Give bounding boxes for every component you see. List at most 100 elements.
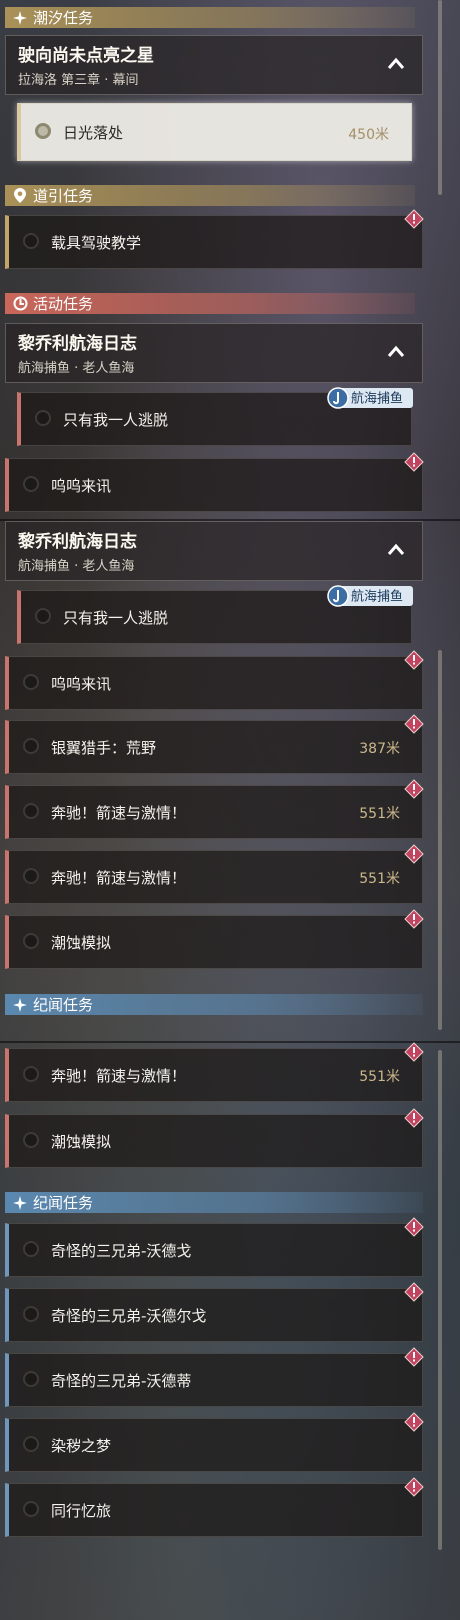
group-title: 黎乔利航海日志 xyxy=(18,334,137,354)
group-subtitle: 航海捕鱼 · 老人鱼海 xyxy=(18,361,135,376)
quest-group-event[interactable]: 黎乔利航海日志 航海捕鱼 · 老人鱼海 xyxy=(5,521,423,581)
quest-label: 呜呜来讯 xyxy=(51,477,112,495)
quest-row[interactable]: 只有我一人逃脱 航海捕鱼 xyxy=(17,387,413,446)
quest-distance: 450米 xyxy=(348,127,389,143)
quest-row[interactable]: 同行忆旅 xyxy=(5,1477,424,1537)
quest-label: 奔驰！箭速与激情！ xyxy=(51,1067,187,1085)
quest-label: 奇怪的三兄弟-沃德尔戈 xyxy=(51,1307,207,1325)
chevron-up-icon[interactable] xyxy=(386,540,406,560)
quest-label: 奇怪的三兄弟-沃德戈 xyxy=(51,1242,192,1260)
quest-distance: 551米 xyxy=(359,1069,400,1085)
quest-row[interactable]: 奔驰！箭速与激情！ 551米 xyxy=(5,779,424,839)
quest-status-icon xyxy=(23,803,39,819)
fishing-tag: 航海捕鱼 xyxy=(327,585,413,607)
quest-row[interactable]: 奇怪的三兄弟-沃德尔戈 xyxy=(5,1282,424,1342)
quest-row[interactable]: 奔驰！箭速与激情！ 551米 xyxy=(5,844,424,904)
section-header-event: 活动任务 xyxy=(5,293,415,314)
exclamation-diamond-icon xyxy=(404,650,424,670)
exclamation-diamond-icon xyxy=(404,452,424,472)
quest-label: 潮蚀模拟 xyxy=(51,934,112,952)
exclamation-diamond-icon xyxy=(404,1217,424,1237)
quest-status-icon xyxy=(23,1371,39,1387)
quest-status-icon xyxy=(23,476,39,492)
quest-group-event[interactable]: 黎乔利航海日志 航海捕鱼 · 老人鱼海 xyxy=(5,323,423,383)
sparkle-icon xyxy=(11,10,29,25)
quest-status-icon xyxy=(23,1066,39,1082)
quest-label: 呜呜来讯 xyxy=(51,675,112,693)
group-title: 黎乔利航海日志 xyxy=(18,532,137,552)
quest-label: 只有我一人逃脱 xyxy=(63,411,169,429)
section-title: 活动任务 xyxy=(33,295,94,313)
exclamation-diamond-icon xyxy=(404,1108,424,1128)
group-title: 驶向尚未点亮之星 xyxy=(18,46,154,66)
quest-row[interactable]: 呜呜来讯 xyxy=(5,452,424,512)
section-header-chronicle: 纪闻任务 xyxy=(5,994,423,1015)
section-title: 纪闻任务 xyxy=(33,996,94,1014)
sparkle-icon xyxy=(11,997,29,1012)
quest-status-icon xyxy=(35,608,51,624)
exclamation-diamond-icon xyxy=(404,909,424,929)
quest-status-icon xyxy=(35,410,51,426)
exclamation-diamond-icon xyxy=(404,779,424,799)
exclamation-diamond-icon xyxy=(404,1042,424,1062)
quest-status-icon xyxy=(23,1436,39,1452)
quest-row[interactable]: 奔驰！箭速与激情！ 551米 xyxy=(5,1042,424,1102)
quest-group-tide[interactable]: 驶向尚未点亮之星 拉海洛 第三章 · 幕间 xyxy=(5,35,423,95)
section-header-guide: 道引任务 xyxy=(5,185,415,206)
section-title: 道引任务 xyxy=(33,187,94,205)
quest-status-icon xyxy=(23,1132,39,1148)
quest-label: 奇怪的三兄弟-沃德蒂 xyxy=(51,1372,192,1390)
exclamation-diamond-icon xyxy=(404,1412,424,1432)
exclamation-diamond-icon xyxy=(404,844,424,864)
quest-row[interactable]: 奇怪的三兄弟-沃德蒂 xyxy=(5,1347,424,1407)
quest-distance: 551米 xyxy=(359,871,400,887)
quest-label: 染秽之梦 xyxy=(51,1437,112,1455)
section-header-tide: 潮汐任务 xyxy=(5,7,415,28)
location-pin-icon xyxy=(11,188,29,203)
quest-label: 同行忆旅 xyxy=(51,1502,112,1520)
quest-row[interactable]: 载具驾驶教学 xyxy=(5,209,424,269)
quest-row[interactable]: 潮蚀模拟 xyxy=(5,1108,424,1168)
quest-status-icon xyxy=(23,233,39,249)
divider xyxy=(0,1041,460,1043)
quest-row[interactable]: 呜呜来讯 xyxy=(5,650,424,710)
quest-row[interactable]: 奇怪的三兄弟-沃德戈 xyxy=(5,1217,424,1277)
quest-row[interactable]: 银翼猎手：荒野 387米 xyxy=(5,714,424,774)
quest-row-active[interactable]: 日光落处 450米 xyxy=(17,103,412,161)
quest-distance: 387米 xyxy=(359,741,400,757)
quest-label: 载具驾驶教学 xyxy=(51,234,142,252)
sparkle-icon xyxy=(11,1195,29,1210)
group-subtitle: 拉海洛 第三章 · 幕间 xyxy=(18,73,139,88)
exclamation-diamond-icon xyxy=(404,714,424,734)
quest-status-icon xyxy=(23,868,39,884)
quest-label: 潮蚀模拟 xyxy=(51,1133,112,1151)
quest-label: 奔驰！箭速与激情！ xyxy=(51,804,187,822)
scrollbar[interactable] xyxy=(438,0,442,195)
quest-label: 日光落处 xyxy=(63,124,124,142)
chevron-up-icon[interactable] xyxy=(386,342,406,362)
quest-status-icon xyxy=(35,123,51,139)
section-header-chronicle: 纪闻任务 xyxy=(5,1192,423,1213)
group-subtitle: 航海捕鱼 · 老人鱼海 xyxy=(18,559,135,574)
exclamation-diamond-icon xyxy=(404,209,424,229)
quest-row[interactable]: 只有我一人逃脱 航海捕鱼 xyxy=(17,585,413,644)
quest-row[interactable]: 染秽之梦 xyxy=(5,1412,424,1472)
exclamation-diamond-icon xyxy=(404,1477,424,1497)
quest-status-icon xyxy=(23,1501,39,1517)
scrollbar[interactable] xyxy=(438,1050,442,1550)
section-title: 纪闻任务 xyxy=(33,1194,94,1212)
svg-text:航海捕鱼: 航海捕鱼 xyxy=(351,589,403,605)
quest-label: 银翼猎手：荒野 xyxy=(51,739,157,757)
quest-label: 奔驰！箭速与激情！ xyxy=(51,869,187,887)
exclamation-diamond-icon xyxy=(404,1347,424,1367)
quest-status-icon xyxy=(23,933,39,949)
chevron-up-icon[interactable] xyxy=(386,54,406,74)
quest-row[interactable]: 潮蚀模拟 xyxy=(5,909,424,969)
quest-distance: 551米 xyxy=(359,806,400,822)
quest-status-icon xyxy=(23,738,39,754)
event-swirl-icon xyxy=(11,296,29,311)
svg-text:航海捕鱼: 航海捕鱼 xyxy=(351,391,403,407)
scrollbar[interactable] xyxy=(438,650,442,1030)
section-title: 潮汐任务 xyxy=(33,9,94,27)
quest-status-icon xyxy=(23,674,39,690)
